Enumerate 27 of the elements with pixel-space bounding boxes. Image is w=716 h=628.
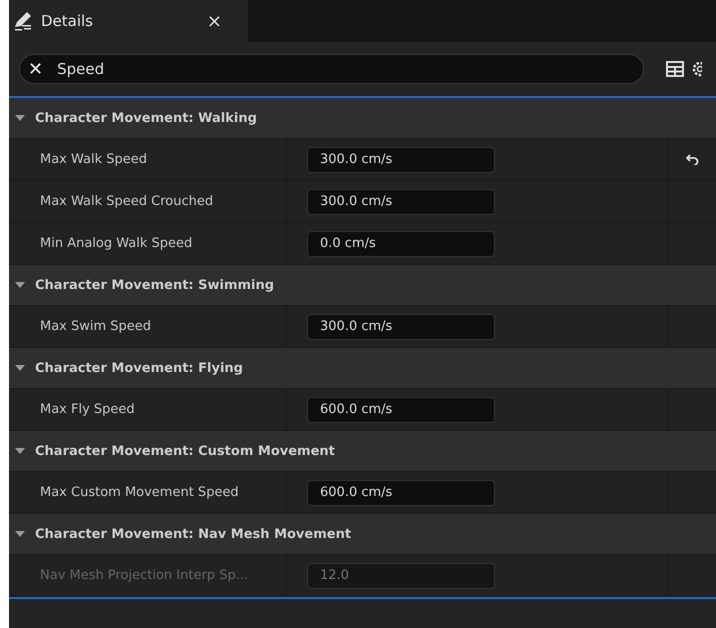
property-name: Max Walk Speed bbox=[9, 139, 287, 180]
value-field[interactable]: 600.0 cm/s bbox=[307, 396, 495, 422]
table-icon[interactable] bbox=[666, 60, 684, 78]
category-header[interactable]: Character Movement: Custom Movement bbox=[9, 431, 716, 472]
property-name: Nav Mesh Projection Interp Sp... bbox=[9, 555, 287, 596]
value-field[interactable]: 300.0 cm/s bbox=[307, 146, 495, 172]
category-header[interactable]: Character Movement: Nav Mesh Movement bbox=[9, 514, 716, 555]
search-field[interactable]: ✕ Speed bbox=[19, 54, 644, 84]
property-name: Max Swim Speed bbox=[9, 306, 287, 347]
pencil-icon bbox=[13, 11, 33, 31]
close-tab-button[interactable]: × bbox=[204, 10, 224, 32]
tab-title: Details bbox=[41, 12, 94, 30]
property-name: Max Custom Movement Speed bbox=[9, 472, 287, 513]
property-name: Min Analog Walk Speed bbox=[9, 223, 287, 264]
value-field[interactable]: 300.0 cm/s bbox=[307, 314, 495, 340]
property-name: Max Fly Speed bbox=[9, 389, 287, 430]
settings-icon[interactable] bbox=[690, 59, 702, 79]
clear-search-button[interactable]: ✕ bbox=[28, 58, 44, 80]
value-field[interactable]: 600.0 cm/s bbox=[307, 480, 495, 506]
details-tab[interactable]: Details × bbox=[9, 0, 248, 42]
property-name: Max Walk Speed Crouched bbox=[9, 181, 287, 222]
reset-arrow-icon[interactable] bbox=[686, 154, 698, 165]
value-field[interactable]: 0.0 cm/s bbox=[307, 230, 495, 256]
value-field[interactable]: 300.0 cm/s bbox=[307, 188, 495, 214]
category-header[interactable]: Character Movement: Swimming bbox=[9, 265, 716, 306]
category-header[interactable]: Character Movement: Flying bbox=[9, 348, 716, 389]
category-header[interactable]: Character Movement: Walking bbox=[9, 98, 716, 139]
